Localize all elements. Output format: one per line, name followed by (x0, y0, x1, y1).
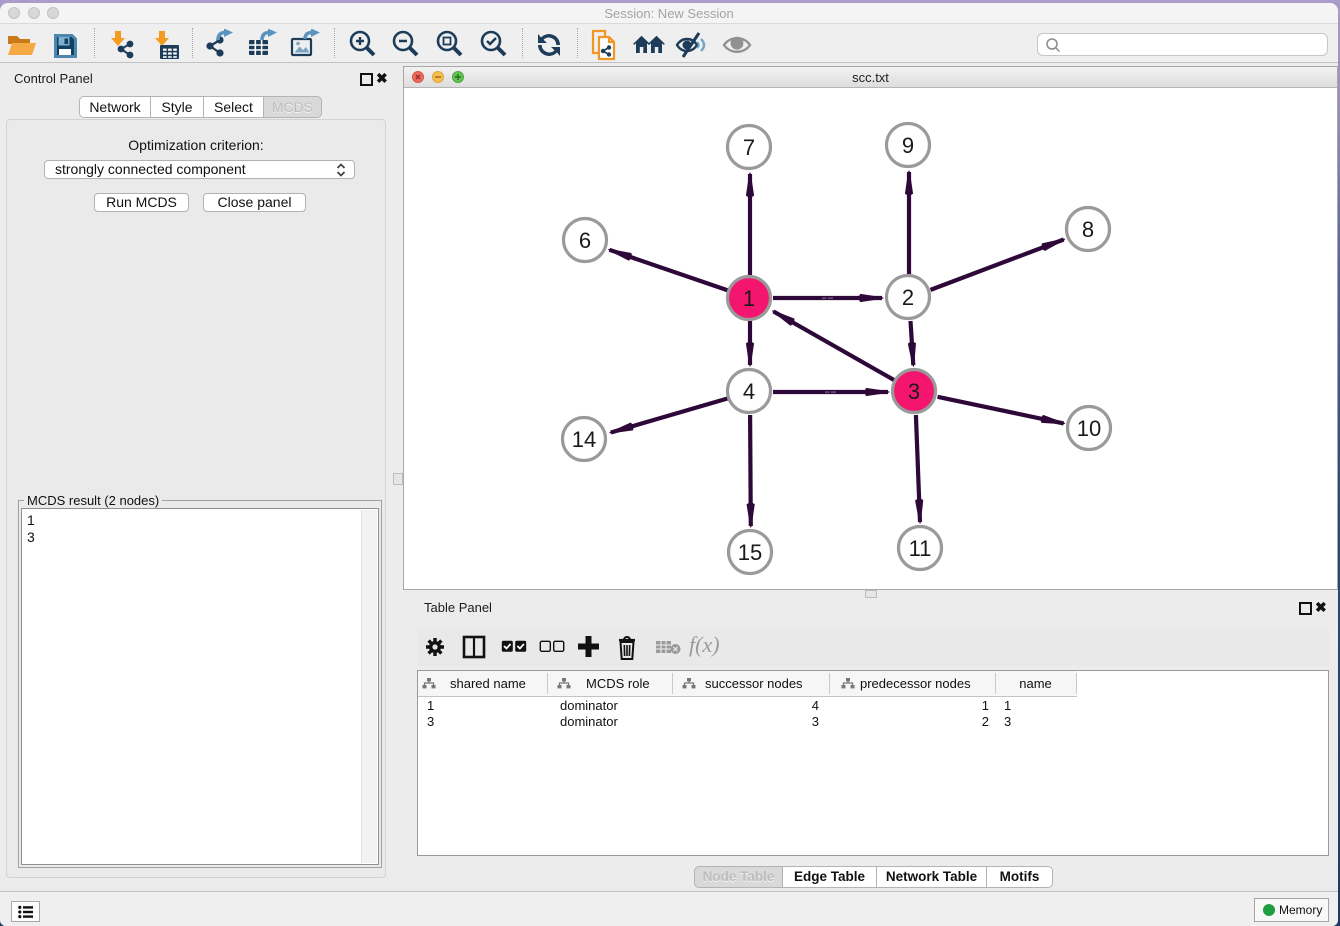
svg-text:1: 1 (743, 286, 755, 311)
svg-text:8: 8 (1082, 217, 1094, 242)
svg-text:9: 9 (902, 133, 914, 158)
svg-text:14: 14 (572, 427, 596, 452)
svg-text:4: 4 (743, 379, 755, 404)
svg-text:3: 3 (908, 379, 920, 404)
svg-text:15: 15 (738, 540, 762, 565)
svg-text:7: 7 (743, 135, 755, 160)
svg-text:6: 6 (579, 228, 591, 253)
svg-text:10: 10 (1077, 416, 1101, 441)
svg-text:11: 11 (909, 536, 932, 561)
svg-text:2: 2 (902, 285, 914, 310)
